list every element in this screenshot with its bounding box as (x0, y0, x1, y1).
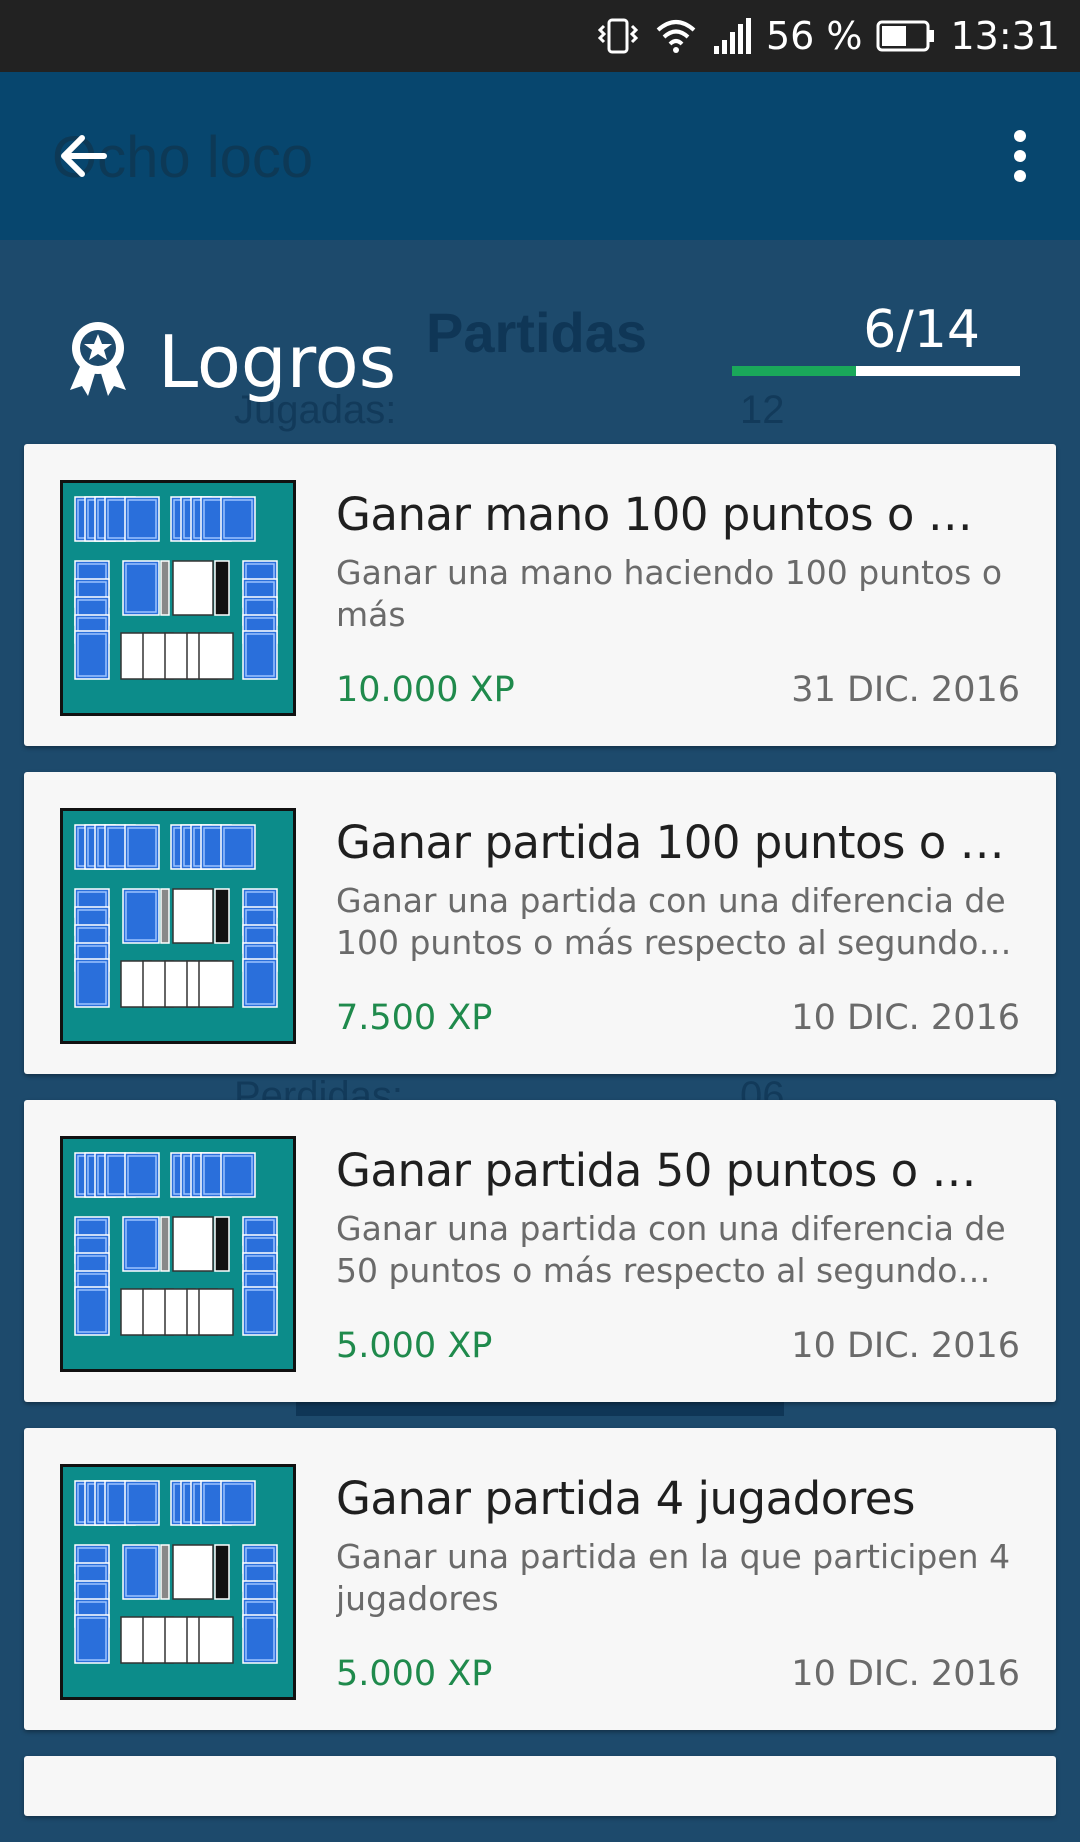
card-back (74, 1286, 110, 1336)
achievements-progress-bar (732, 366, 1020, 376)
card-back (220, 1152, 256, 1198)
app-bar: Ocho loco (0, 72, 1080, 240)
vibrate-icon (596, 16, 640, 56)
achievement-title: Ganar partida 50 puntos o más (336, 1144, 1016, 1197)
achievement-date: 10 DIC. 2016 (791, 998, 1020, 1038)
achievement-date: 31 DIC. 2016 (791, 670, 1020, 710)
card-back (124, 824, 160, 870)
card-back (74, 958, 110, 1008)
card-back (220, 824, 256, 870)
card-table-illustration (74, 824, 278, 1008)
discard-edge (214, 888, 230, 944)
award-ribbon-icon (62, 318, 134, 398)
achievement-xp: 7.500 XP (336, 998, 493, 1038)
achievement-card[interactable]: Ganar partida 4 jugadores Ganar una part… (24, 1428, 1056, 1730)
achievement-xp: 5.000 XP (336, 1654, 493, 1694)
status-bar: 56 % 13:31 (0, 0, 1080, 72)
back-button[interactable] (52, 124, 116, 188)
card-back (220, 1480, 256, 1526)
achievement-description: Ganar una partida con una diferencia de … (336, 881, 1006, 962)
achievement-title: Ganar partida 4 jugadores (336, 1472, 915, 1525)
achievement-xp: 5.000 XP (336, 1326, 493, 1366)
achievement-description: Ganar una partida en la que participen 4… (336, 1537, 1011, 1618)
card-back (242, 958, 278, 1008)
achievement-thumbnail (60, 1464, 296, 1700)
achievement-title: Ganar partida 100 puntos o más (336, 816, 1016, 869)
card-back (220, 496, 256, 542)
achievement-xp: 10.000 XP (336, 670, 515, 710)
achievement-card[interactable] (24, 1756, 1056, 1816)
achievements-progress-count: 6/14 (863, 300, 980, 360)
status-icons: 56 % 13:31 (596, 0, 1060, 72)
wifi-icon (654, 16, 698, 56)
card-table-illustration (74, 1152, 278, 1336)
achievement-thumbnail (60, 808, 296, 1044)
achievement-thumbnail (60, 1136, 296, 1372)
deck-side (160, 560, 170, 616)
achievements-title: Logros (158, 320, 397, 404)
card-back (122, 888, 160, 944)
clock: 13:31 (950, 14, 1060, 58)
hand-card (198, 1288, 234, 1336)
card-table-illustration (74, 1480, 278, 1664)
battery-icon (876, 19, 936, 53)
deck-side (160, 1544, 170, 1600)
face-up-card (172, 888, 214, 944)
achievement-card[interactable]: Ganar partida 50 puntos o más Ganar una … (24, 1100, 1056, 1402)
hand-card (198, 1616, 234, 1664)
hand-card (198, 960, 234, 1008)
achievement-thumbnail (60, 480, 296, 716)
card-back (122, 1544, 160, 1600)
card-back (124, 1480, 160, 1526)
discard-edge (214, 1216, 230, 1272)
hand-card (198, 632, 234, 680)
achievement-title: Ganar mano 100 puntos o más (336, 488, 1016, 541)
card-back (242, 1286, 278, 1336)
signal-icon (712, 16, 752, 56)
face-up-card (172, 1216, 214, 1272)
battery-percent: 56 % (765, 14, 863, 58)
card-back (242, 630, 278, 680)
deck-side (160, 888, 170, 944)
card-back (122, 1216, 160, 1272)
overflow-menu-button[interactable] (988, 124, 1052, 188)
achievement-date: 10 DIC. 2016 (791, 1326, 1020, 1366)
card-back (242, 1614, 278, 1664)
achievements-progress-fill (732, 366, 856, 376)
card-back (124, 1152, 160, 1198)
discard-edge (214, 560, 230, 616)
more-vertical-icon (1014, 130, 1026, 182)
arrow-left-icon (61, 135, 107, 177)
achievement-date: 10 DIC. 2016 (791, 1654, 1020, 1694)
achievements-list: Ganar mano 100 puntos o más Ganar una ma… (24, 444, 1056, 1842)
discard-edge (214, 1544, 230, 1600)
achievement-card[interactable]: Ganar mano 100 puntos o más Ganar una ma… (24, 444, 1056, 746)
face-up-card (172, 1544, 214, 1600)
achievements-header: Logros 6/14 (62, 300, 1022, 420)
face-up-card (172, 560, 214, 616)
card-back (74, 1614, 110, 1664)
achievement-card[interactable]: Ganar partida 100 puntos o más Ganar una… (24, 772, 1056, 1074)
achievement-description: Ganar una partida con una diferencia de … (336, 1209, 1006, 1290)
card-back (124, 496, 160, 542)
card-table-illustration (74, 496, 278, 680)
card-back (74, 630, 110, 680)
achievement-description: Ganar una mano haciendo 100 puntos o más (336, 553, 1003, 634)
card-back (122, 560, 160, 616)
deck-side (160, 1216, 170, 1272)
